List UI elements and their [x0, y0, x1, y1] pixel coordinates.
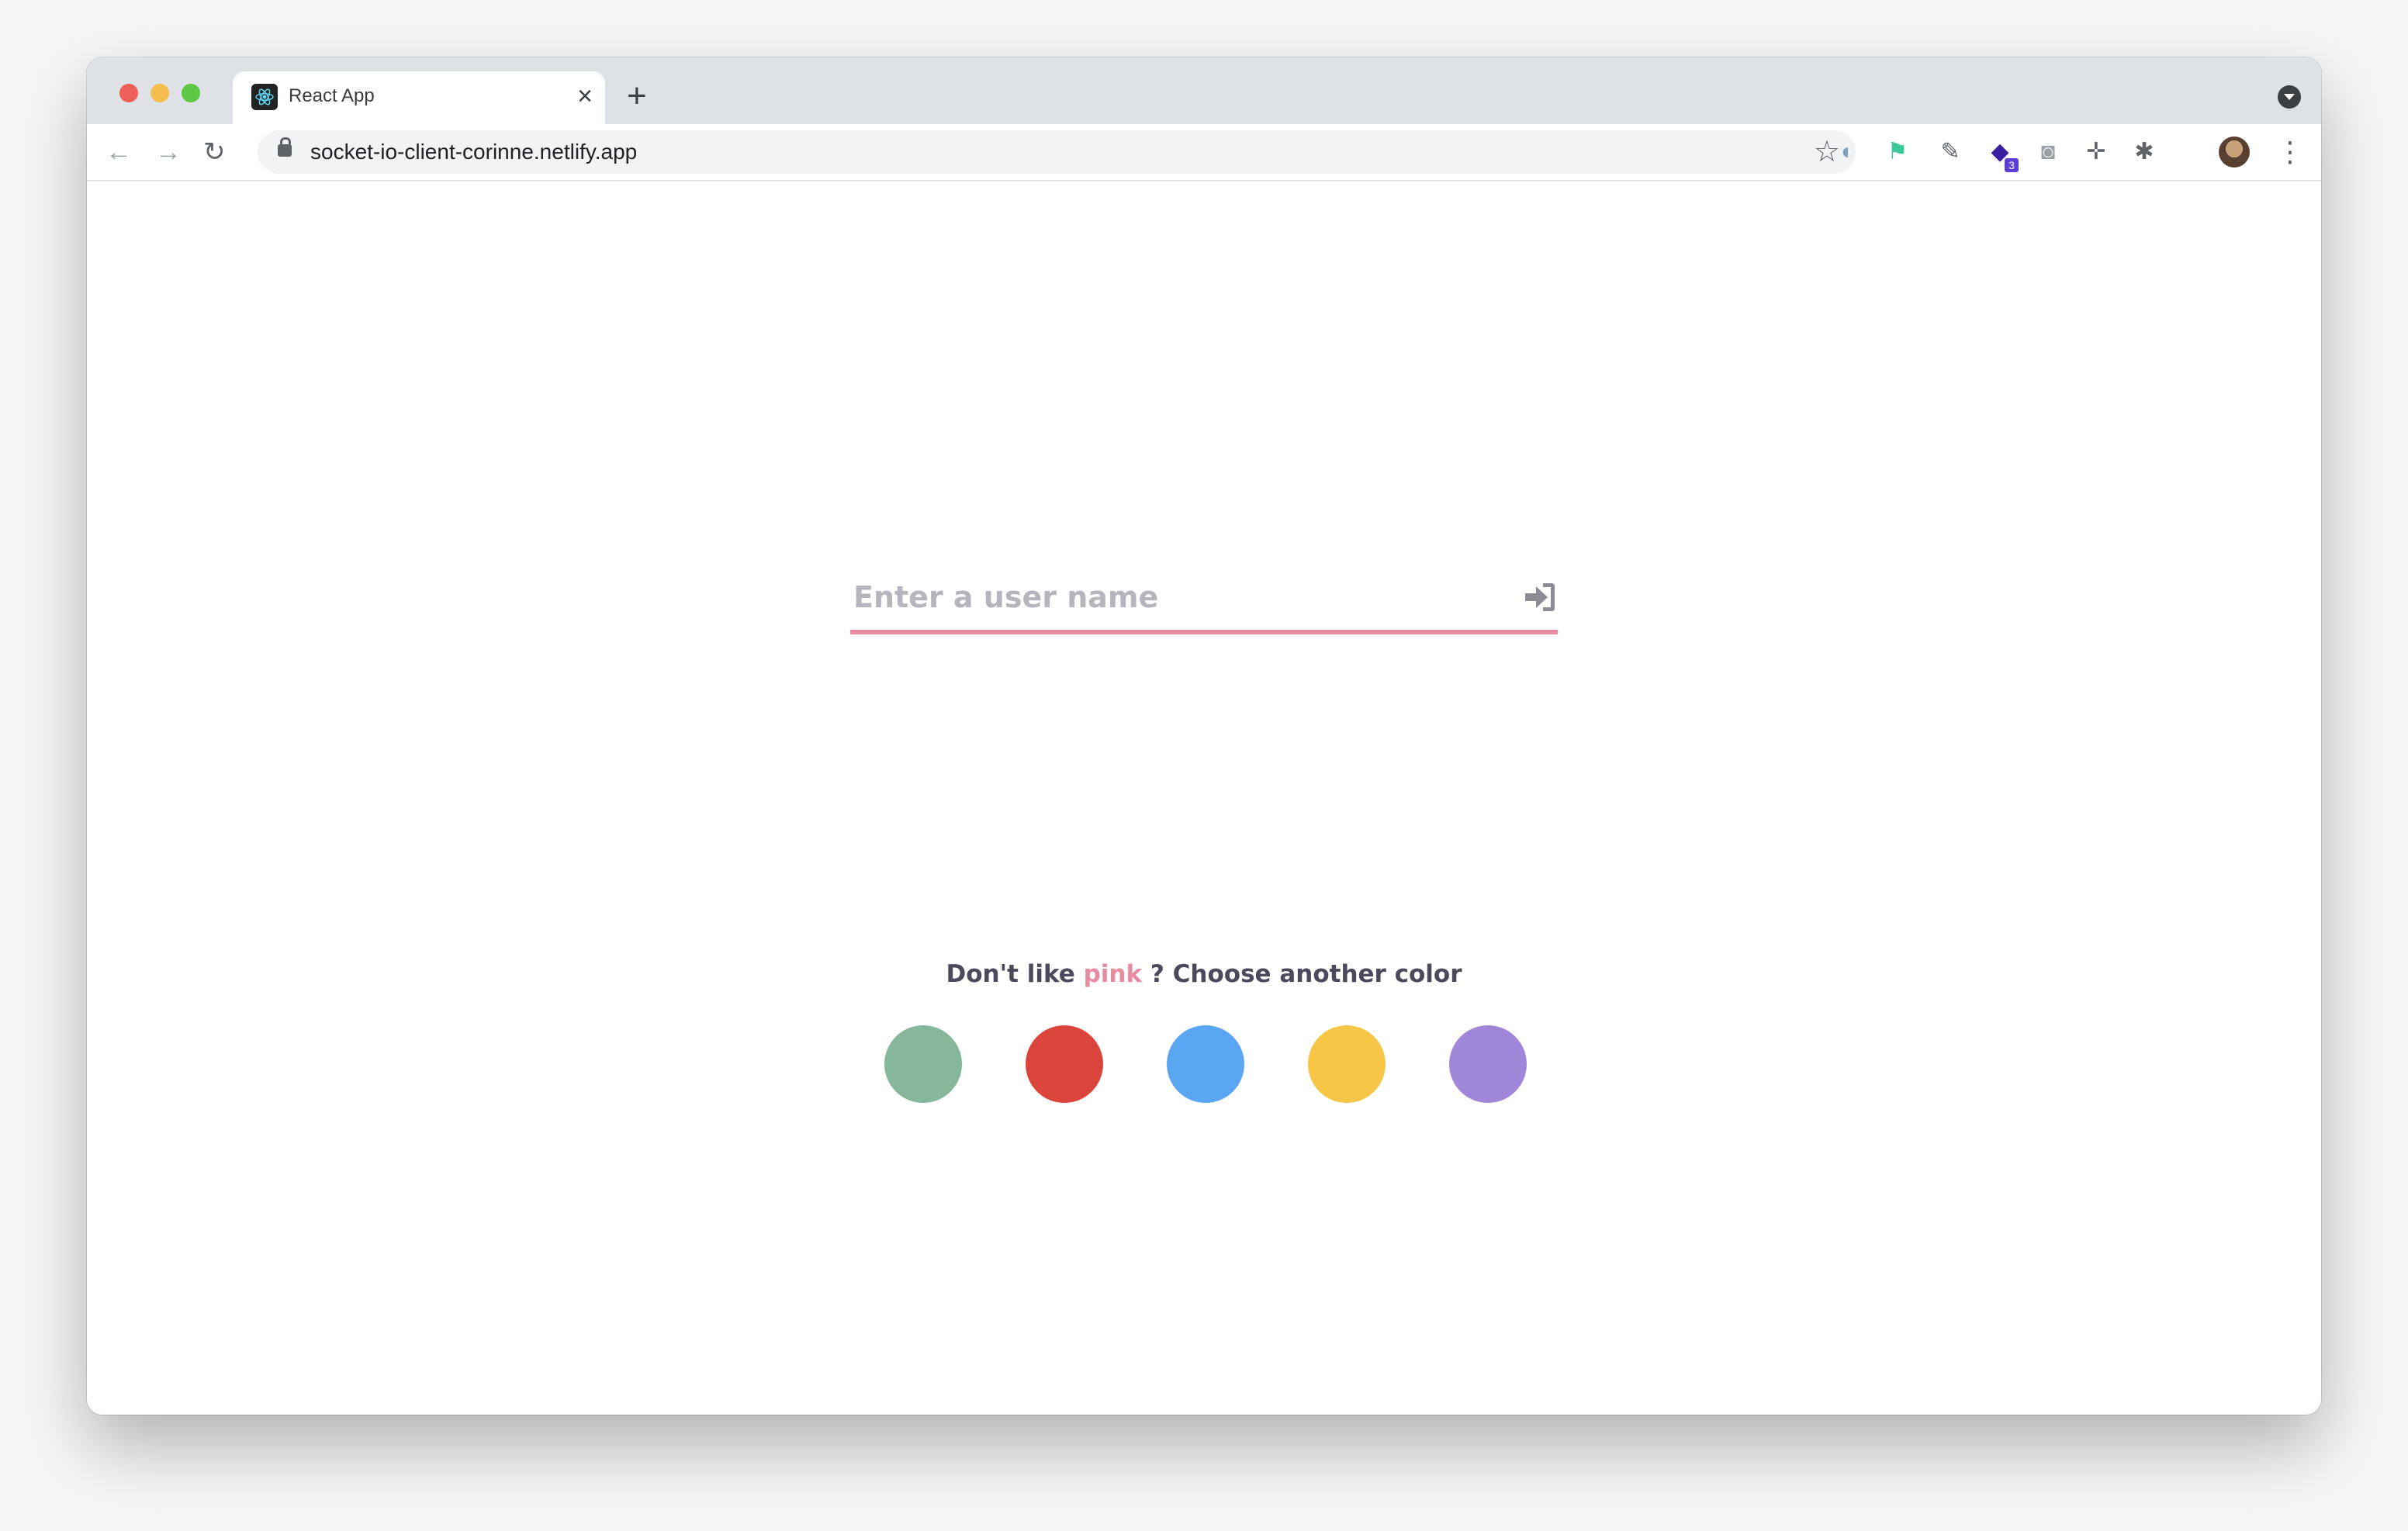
- color-swatch-purple[interactable]: [1449, 1025, 1527, 1103]
- back-button[interactable]: ←: [106, 137, 132, 168]
- browser-menu-icon[interactable]: ⋮: [2276, 135, 2304, 169]
- username-form: [850, 569, 1558, 634]
- close-tab-icon[interactable]: ×: [577, 81, 593, 112]
- graduation-cap-icon[interactable]: ◆ 3: [1986, 138, 2019, 172]
- react-logo-icon: [251, 84, 278, 110]
- address-bar[interactable]: socket-io-client-corinne.netlify.app ☆: [258, 130, 1856, 174]
- minimize-window-button[interactable]: [150, 84, 169, 102]
- color-swatch-blue[interactable]: [1167, 1025, 1244, 1103]
- tab-search-icon[interactable]: [2278, 85, 2301, 109]
- tab-title: React App: [289, 85, 375, 106]
- color-swatch-red[interactable]: [1026, 1025, 1103, 1103]
- sign-in-icon[interactable]: [1522, 580, 1558, 614]
- current-color-name: pink: [1083, 960, 1143, 988]
- maximize-window-button[interactable]: [182, 84, 200, 102]
- close-window-button[interactable]: [119, 84, 138, 102]
- color-prompt-after: ? Choose another color: [1150, 960, 1462, 988]
- color-swatch-yellow[interactable]: [1308, 1025, 1386, 1103]
- puzzle-icon[interactable]: ✱: [2130, 138, 2158, 166]
- ruler-icon[interactable]: ✛: [2082, 138, 2110, 166]
- lock-icon[interactable]: [278, 137, 292, 157]
- hummingbird-icon[interactable]: ⚑: [1884, 138, 1912, 166]
- color-prompt-before: Don't like: [946, 960, 1075, 988]
- camera-icon[interactable]: ◙: [2034, 138, 2062, 166]
- tab-react-app[interactable]: React App ×: [233, 71, 605, 124]
- url-text[interactable]: socket-io-client-corinne.netlify.app: [310, 140, 637, 164]
- color-swatches: [884, 1025, 1531, 1103]
- reload-button[interactable]: ↻: [203, 137, 226, 168]
- color-swatch-green[interactable]: [884, 1025, 962, 1103]
- page-content: Don't like pink ? Choose another color: [87, 181, 2321, 1415]
- tab-strip: React App × +: [87, 57, 2321, 124]
- extension-badge: 3: [2005, 158, 2019, 172]
- color-prompt: Don't like pink ? Choose another color: [87, 960, 2321, 988]
- privacy-badger-icon[interactable]: ◐: [1834, 138, 1862, 166]
- browser-window: React App × + ← → ↻ socket-io-client-cor…: [87, 57, 2321, 1415]
- forward-button[interactable]: →: [155, 137, 182, 168]
- new-tab-button[interactable]: +: [627, 79, 647, 113]
- browser-toolbar: ← → ↻ socket-io-client-corinne.netlify.a…: [87, 124, 2321, 181]
- avatar[interactable]: [2219, 137, 2250, 168]
- color-picker-icon[interactable]: ✎: [1936, 138, 1964, 166]
- username-input[interactable]: [850, 569, 1493, 625]
